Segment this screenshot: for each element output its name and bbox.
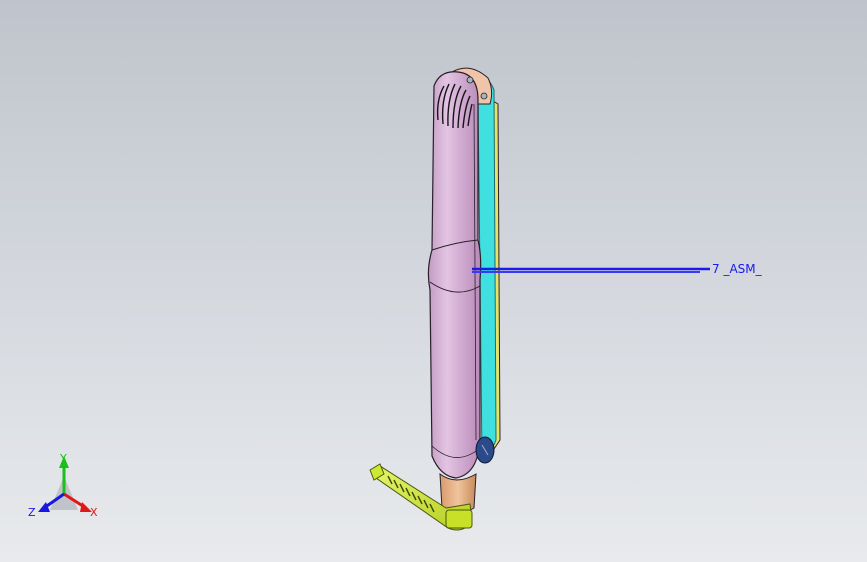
triad-y-label: Y: [59, 452, 67, 465]
model-canvas[interactable]: 7 _ASM_ Y X Z: [0, 0, 867, 562]
triad-x-label: X: [90, 506, 98, 519]
device-body[interactable]: [427, 71, 482, 479]
cord-connector[interactable]: [445, 509, 473, 529]
screw-top-2: [480, 92, 488, 100]
triad-z-label: Z: [28, 506, 36, 519]
annotation-label[interactable]: 7 _ASM_: [712, 262, 763, 276]
screw-top-1: [466, 76, 474, 84]
orientation-triad[interactable]: Y X Z: [28, 452, 98, 519]
graphics-viewport[interactable]: 7 _ASM_ Y X Z: [0, 0, 867, 562]
